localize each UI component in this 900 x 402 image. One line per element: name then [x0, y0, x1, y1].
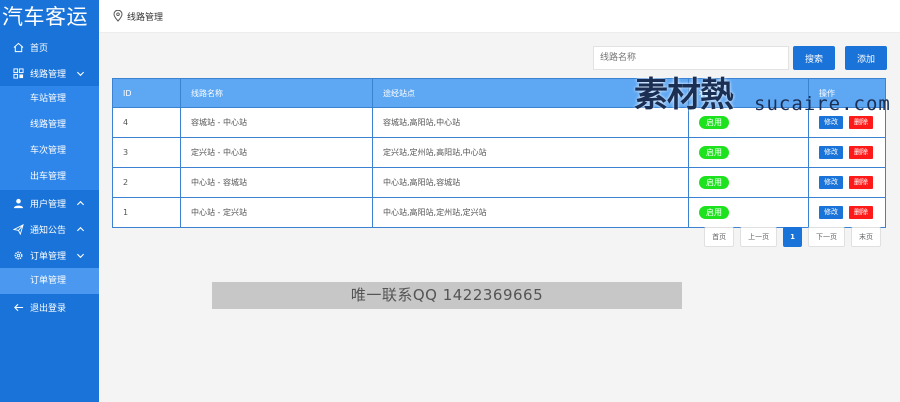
prev-page-button[interactable]: 上一页 [740, 227, 778, 247]
top-header: 线路管理 [99, 0, 900, 33]
table-row: 1 中心站 - 定兴站 中心站,高阳站,定州站,定兴站 启用 修改 删除 [112, 197, 886, 228]
cell-route-name: 定兴站 - 中心站 [180, 137, 373, 168]
cell-id: 1 [112, 197, 181, 228]
edit-button[interactable]: 修改 [819, 206, 843, 219]
cell-id: 2 [112, 167, 181, 198]
sidebar-item-notice[interactable]: 通知公告 [0, 216, 99, 242]
next-page-button[interactable]: 下一页 [808, 227, 845, 247]
arrow-left-icon [12, 301, 24, 313]
cell-status: 启用 [688, 197, 809, 228]
gear-icon [12, 249, 24, 261]
cell-route-name: 中心站 - 定兴站 [180, 197, 373, 228]
cell-actions: 修改 删除 [808, 197, 886, 228]
sidebar-item-label: 退出登录 [30, 303, 67, 314]
sidebar-subitem-order-management[interactable]: 订单管理 [0, 268, 99, 294]
cell-stations: 定兴站,定州站,高阳站,中心站 [372, 137, 689, 168]
status-badge[interactable]: 启用 [699, 206, 729, 219]
cell-actions: 修改 删除 [808, 167, 886, 198]
sidebar-item-label: 首页 [30, 43, 49, 54]
sidebar: 汽车客运 首页 线路管理 车站管理 线路管理 车次管理 出车管理 用户管理 通知… [0, 0, 99, 402]
status-badge[interactable]: 启用 [699, 176, 729, 189]
contact-banner: 唯一联系QQ 1422369665 [212, 282, 682, 309]
status-badge[interactable]: 启用 [699, 146, 729, 159]
chevron-down-icon [75, 68, 85, 78]
last-page-button[interactable]: 末页 [851, 227, 881, 247]
sidebar-item-label: 线路管理 [30, 69, 67, 80]
delete-button[interactable]: 删除 [849, 146, 873, 159]
watermark-logo: 素材熱 sucaire.com [634, 67, 890, 127]
cell-route-name: 中心站 - 容城站 [180, 167, 373, 198]
sidebar-item-home[interactable]: 首页 [0, 34, 99, 60]
delete-button[interactable]: 删除 [849, 176, 873, 189]
chevron-up-icon [75, 224, 85, 234]
cell-actions: 修改 删除 [808, 137, 886, 168]
grid-icon [12, 67, 24, 79]
sidebar-item-logout[interactable]: 退出登录 [0, 294, 99, 320]
watermark-cn: 素材熱 [634, 75, 734, 115]
location-pin-icon [113, 10, 123, 22]
sidebar-subitem-dispatch-management[interactable]: 出车管理 [0, 164, 99, 190]
home-icon [12, 41, 24, 53]
edit-button[interactable]: 修改 [819, 146, 843, 159]
watermark-en: sucaire.com [754, 93, 891, 115]
sidebar-item-label: 用户管理 [30, 199, 67, 210]
breadcrumb: 线路管理 [127, 12, 164, 23]
send-icon [12, 223, 24, 235]
sidebar-subitem-trip-management[interactable]: 车次管理 [0, 138, 99, 164]
sidebar-subitem-route-management[interactable]: 线路管理 [0, 112, 99, 138]
cell-route-name: 容城站 - 中心站 [180, 107, 373, 138]
pagination: 首页 上一页 1 下一页 末页 [704, 227, 881, 247]
table-row: 2 中心站 - 容城站 中心站,高阳站,容城站 启用 修改 删除 [112, 167, 886, 198]
cell-stations: 中心站,高阳站,定州站,定兴站 [372, 197, 689, 228]
sidebar-item-label: 订单管理 [30, 251, 67, 262]
column-header-id[interactable]: ID [112, 78, 181, 108]
first-page-button[interactable]: 首页 [704, 227, 735, 247]
sidebar-item-order-management[interactable]: 订单管理 [0, 242, 99, 268]
user-icon [12, 197, 24, 209]
sidebar-item-route-management[interactable]: 线路管理 [0, 60, 99, 86]
sidebar-item-label: 通知公告 [30, 225, 67, 236]
sidebar-item-user-management[interactable]: 用户管理 [0, 190, 99, 216]
app-brand: 汽车客运 [2, 5, 88, 29]
main-content: 搜索 添加 ID 线路名称 途经站点 状态 操作 4 容城站 - 中心站 容城站… [99, 33, 900, 402]
sidebar-subitem-station-management[interactable]: 车站管理 [0, 86, 99, 112]
current-page-button[interactable]: 1 [783, 227, 802, 247]
cell-status: 启用 [688, 167, 809, 198]
table-row: 3 定兴站 - 中心站 定兴站,定州站,高阳站,中心站 启用 修改 删除 [112, 137, 886, 168]
column-header-route-name[interactable]: 线路名称 [180, 78, 373, 108]
cell-stations: 中心站,高阳站,容城站 [372, 167, 689, 198]
chevron-down-icon [75, 250, 85, 260]
delete-button[interactable]: 删除 [849, 206, 873, 219]
cell-id: 3 [112, 137, 181, 168]
edit-button[interactable]: 修改 [819, 176, 843, 189]
cell-id: 4 [112, 107, 181, 138]
chevron-up-icon [75, 198, 85, 208]
cell-status: 启用 [688, 137, 809, 168]
